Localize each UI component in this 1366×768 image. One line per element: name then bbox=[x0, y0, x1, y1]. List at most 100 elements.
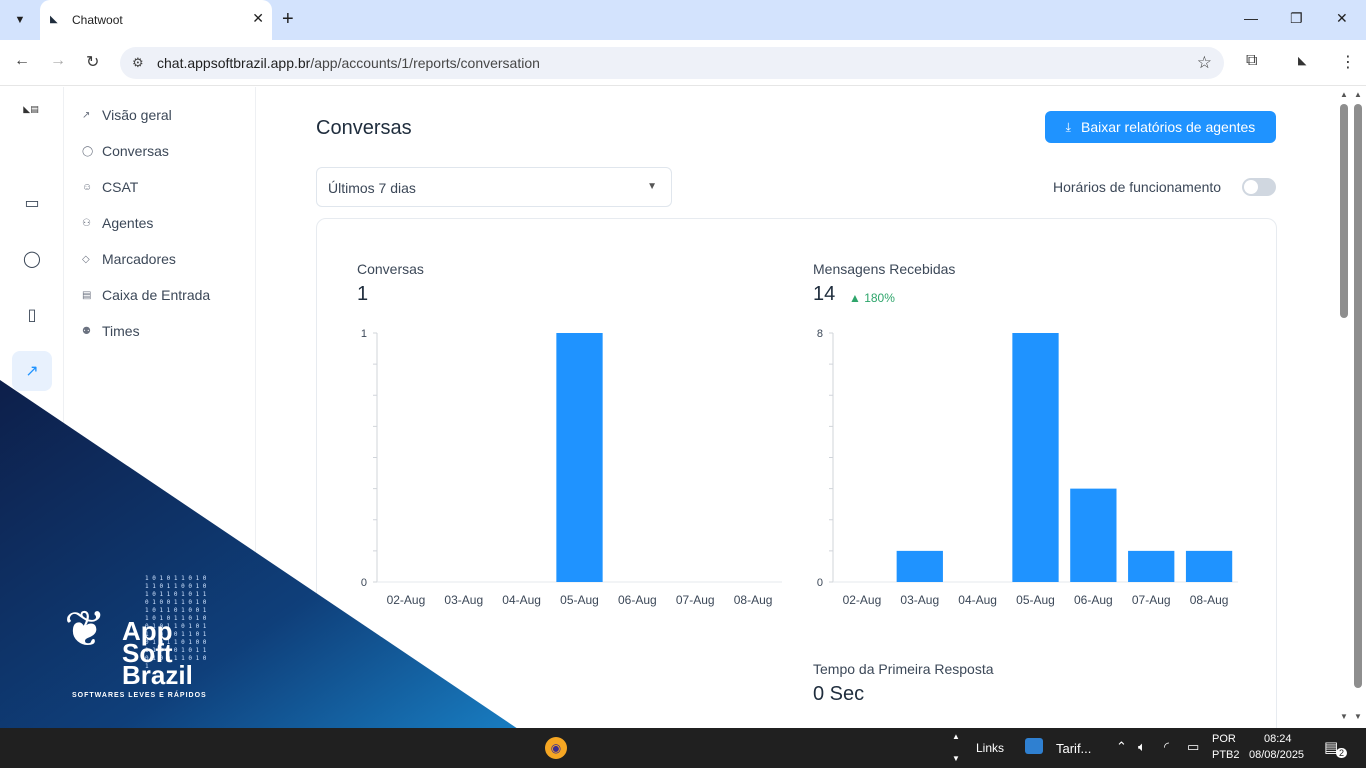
smiley-icon: ☺ bbox=[82, 181, 93, 193]
bookmark-star-icon[interactable]: ☆ bbox=[1197, 53, 1212, 73]
bar-05-Aug[interactable] bbox=[556, 333, 603, 582]
conversations-bar-chart: 0 1 02-Aug 03-Aug 04-Aug 05-Aug 06-Aug 07-Aug 08… bbox=[361, 328, 782, 607]
x-tick-label: 03-Aug bbox=[444, 593, 483, 607]
restore-icon[interactable]: ❐ bbox=[1290, 10, 1303, 27]
sidebar-item-label: Visão geral bbox=[102, 107, 172, 123]
minimize-icon[interactable]: — bbox=[1244, 10, 1258, 26]
inbox-icon[interactable]: ▭ bbox=[12, 183, 52, 223]
url-path: /app/accounts/1/reports/conversation bbox=[310, 55, 540, 71]
x-tick-label: 02-Aug bbox=[387, 593, 426, 607]
app-soft-brazil-logo: 1 0 1 0 1 1 0 1 0 1 1 0 1 1 0 0 1 0 1 0 … bbox=[60, 575, 210, 710]
extensions-puzzle-icon[interactable]: ⧉ bbox=[1246, 52, 1257, 70]
url-host: chat.appsoftbrazil.app.br bbox=[157, 55, 311, 71]
notification-count-badge: 2 bbox=[1336, 748, 1348, 758]
page-title: Conversas bbox=[316, 117, 412, 139]
browser-tab[interactable]: ◣ Chatwoot ✕ bbox=[40, 0, 272, 40]
browser-toolbar: ← → ↻ ⚙ chat.appsoftbrazil.app.br/app/ac… bbox=[0, 40, 1366, 86]
tag-icon: ◇ bbox=[82, 253, 90, 265]
first-response-metric-label: Tempo da Primeira Resposta bbox=[813, 661, 994, 677]
scroll-track[interactable] bbox=[1354, 104, 1362, 688]
team-icon: ⚉ bbox=[82, 325, 91, 337]
taskbar-scroll-down-icon[interactable]: ▼ bbox=[952, 754, 960, 763]
sidebar-item-label: CSAT bbox=[102, 179, 139, 195]
browser-tab-strip: ▼ ◣ Chatwoot ✕ + — ❐ ✕ bbox=[0, 0, 1366, 40]
tariff-app-icon[interactable] bbox=[1025, 738, 1043, 754]
x-tick-label: 04-Aug bbox=[958, 593, 997, 607]
bar-06-Aug[interactable] bbox=[1070, 488, 1117, 582]
back-arrow-icon[interactable]: ← bbox=[14, 52, 30, 70]
sidebar-item-conversations[interactable]: ◯ Conversas bbox=[82, 140, 169, 162]
toggle-knob bbox=[1244, 180, 1258, 194]
sidebar-item-agents[interactable]: ⚇ Agentes bbox=[82, 212, 153, 234]
sidebar-item-teams[interactable]: ⚉ Times bbox=[82, 320, 140, 342]
sidebar-item-label: Agentes bbox=[102, 215, 154, 231]
received-messages-bar-chart: 0 8 02-Aug 03-Aug 04-Aug 05-Aug 06-Aug 07-Aug 08… bbox=[817, 328, 1238, 607]
browser-menu-icon[interactable]: ⋮ bbox=[1340, 52, 1356, 72]
taskbar-scroll-up-icon[interactable]: ▲ bbox=[952, 732, 960, 741]
date-range-select[interactable]: Últimos 7 dias ▼ bbox=[316, 167, 672, 207]
first-response-metric-value: 0 Sec bbox=[813, 683, 865, 705]
site-settings-icon[interactable]: ⚙ bbox=[132, 55, 144, 71]
x-tick-label: 04-Aug bbox=[502, 593, 541, 607]
reload-icon[interactable]: ↻ bbox=[86, 52, 99, 72]
new-tab-icon[interactable]: + bbox=[282, 8, 294, 30]
y-tick-label: 8 bbox=[817, 328, 823, 340]
forward-arrow-icon[interactable]: → bbox=[50, 52, 66, 70]
address-bar[interactable]: ⚙ chat.appsoftbrazil.app.br/app/accounts… bbox=[120, 47, 1224, 79]
scroll-up-arrow-icon[interactable]: ▲ bbox=[1340, 90, 1348, 99]
tray-chevron-icon[interactable]: ⌃ bbox=[1116, 739, 1127, 755]
brand-logo[interactable]: ◣▤ bbox=[17, 105, 45, 131]
window-close-icon[interactable]: ✕ bbox=[1336, 10, 1348, 27]
scroll-down-arrow-icon[interactable]: ▼ bbox=[1354, 712, 1362, 721]
scroll-thumb[interactable] bbox=[1340, 104, 1348, 318]
business-hours-toggle[interactable] bbox=[1242, 178, 1276, 196]
x-tick-label: 06-Aug bbox=[618, 593, 657, 607]
input-language-line1[interactable]: POR bbox=[1212, 733, 1236, 745]
links-toolbar[interactable]: Links bbox=[976, 741, 1004, 755]
people-icon: ⚇ bbox=[82, 217, 91, 229]
volume-icon[interactable]: 🔈︎ bbox=[1138, 739, 1146, 755]
scroll-up-arrow-icon[interactable]: ▲ bbox=[1354, 90, 1362, 99]
received-metric-delta: ▲ 180% bbox=[849, 291, 895, 305]
chevron-down-icon: ▼ bbox=[647, 181, 657, 192]
windows-taskbar: ◉ ▲ ▼ Links Tarif... ⌃ 🔈︎ ◜ ▭ POR PTB2 0… bbox=[0, 728, 1366, 768]
clock-time[interactable]: 08:24 bbox=[1264, 733, 1292, 745]
contacts-book-icon[interactable]: ▯ bbox=[12, 295, 52, 335]
profile-avatar-icon[interactable]: ◣ bbox=[1298, 54, 1306, 67]
x-tick-label: 05-Aug bbox=[1016, 593, 1055, 607]
brand-name: App Soft Brazil bbox=[122, 618, 193, 690]
tariff-app-label[interactable]: Tarif... bbox=[1056, 741, 1091, 756]
x-tick-label: 07-Aug bbox=[676, 593, 715, 607]
sidebar-item-overview[interactable]: ↗ Visão geral bbox=[82, 104, 172, 126]
sidebar-item-label: Caixa de Entrada bbox=[102, 287, 211, 303]
conversations-chat-icon[interactable]: ◯ bbox=[12, 239, 52, 279]
primary-nav-rail: ◣▤ ▭ ◯ ▯ ↗ bbox=[0, 87, 64, 728]
bar-05-Aug[interactable] bbox=[1012, 333, 1059, 582]
overview-chart-icon: ↗ bbox=[82, 109, 91, 121]
download-button-label: Baixar relatórios de agentes bbox=[1080, 119, 1256, 135]
sidebar-item-inbox[interactable]: ▤ Caixa de Entrada bbox=[82, 284, 210, 306]
brand-name-line3: Brazil bbox=[122, 660, 193, 690]
bar-08-Aug[interactable] bbox=[1185, 550, 1233, 582]
clock-date[interactable]: 08/08/2025 bbox=[1249, 749, 1304, 761]
sent-metric-label: s enviadas bbox=[357, 661, 424, 677]
favicon-icon: ◣ bbox=[50, 14, 58, 25]
brand-tagline: SOFTWARES LEVES E RÁPIDOS bbox=[72, 692, 207, 699]
sidebar-item-label: Marcadores bbox=[102, 251, 176, 267]
battery-icon[interactable]: ▭ bbox=[1187, 739, 1199, 755]
bar-03-Aug[interactable] bbox=[896, 550, 943, 582]
sidebar-item-csat[interactable]: ☺ CSAT bbox=[82, 176, 138, 198]
download-agent-reports-button[interactable]: ⤓ Baixar relatórios de agentes bbox=[1045, 111, 1276, 143]
bar-07-Aug[interactable] bbox=[1128, 550, 1175, 582]
browser-app-icon[interactable]: ◉ bbox=[545, 737, 567, 759]
x-tick-label: 02-Aug bbox=[843, 593, 882, 607]
input-language-line2[interactable]: PTB2 bbox=[1212, 749, 1240, 761]
network-icon[interactable]: ◜ bbox=[1164, 739, 1169, 755]
scroll-down-arrow-icon[interactable]: ▼ bbox=[1340, 712, 1348, 721]
reports-chart-icon[interactable]: ↗ bbox=[12, 351, 52, 391]
tab-search-chevron-icon[interactable]: ▼ bbox=[8, 8, 32, 32]
report-main: Conversas ⤓ Baixar relatórios de agentes… bbox=[256, 87, 1338, 728]
x-tick-label: 06-Aug bbox=[1074, 593, 1113, 607]
sidebar-item-labels[interactable]: ◇ Marcadores bbox=[82, 248, 176, 270]
close-tab-icon[interactable]: ✕ bbox=[252, 10, 264, 27]
